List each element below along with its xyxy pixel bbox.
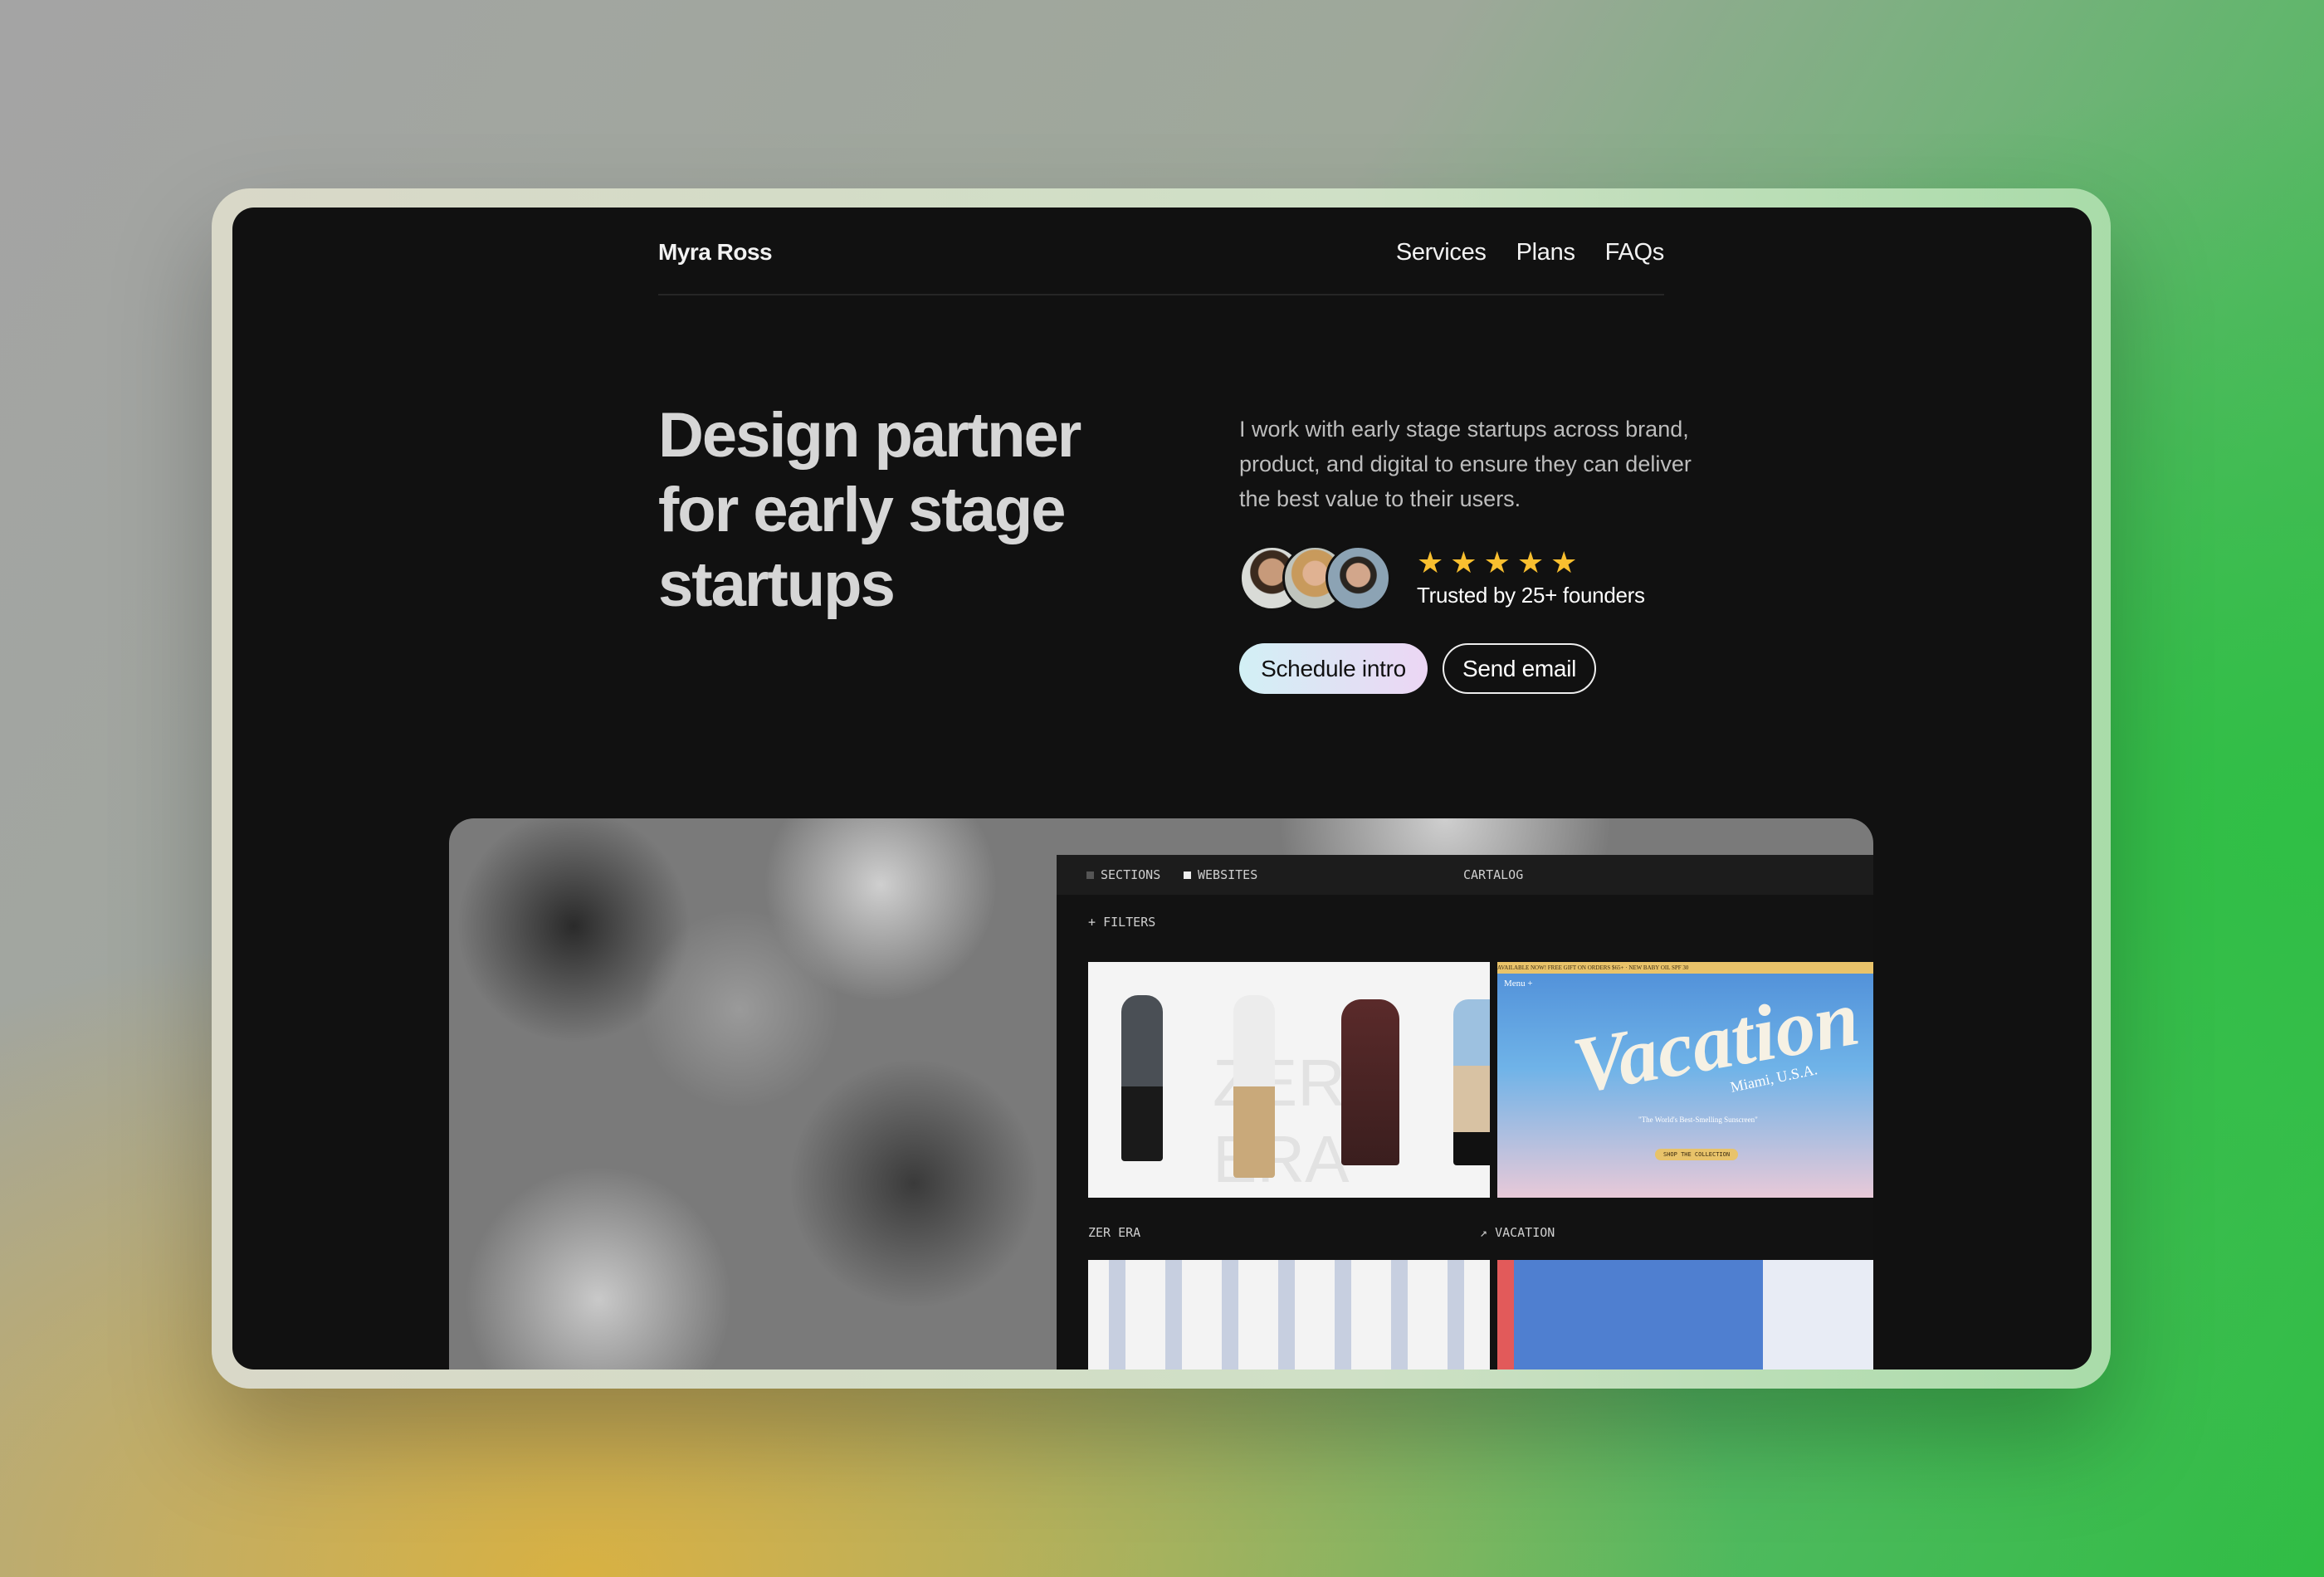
square-icon [1086, 872, 1094, 879]
menu-link: Menu + [1504, 979, 1533, 989]
vacation-tagline: "The World's Best-Smelling Sunscreen" [1638, 1116, 1758, 1124]
rating-stars: ★ ★ ★ ★ ★ [1417, 548, 1577, 578]
filters-button[interactable]: + FILTERS [1088, 915, 1155, 930]
nav-plans[interactable]: Plans [1516, 239, 1575, 266]
star-icon: ★ [1450, 545, 1477, 579]
founder-avatars [1239, 545, 1391, 611]
star-icon: ★ [1516, 545, 1545, 579]
model-figure [1341, 999, 1399, 1165]
plus-icon: + [1088, 915, 1096, 930]
arrow-up-right-icon: ↗ [1480, 1225, 1488, 1240]
website-screen: Myra Ross Services Plans FAQs Design par… [232, 208, 2092, 1370]
vacation-wordmark: Vacation [1566, 972, 1866, 1111]
nav-services[interactable]: Services [1396, 239, 1487, 266]
model-figure [1453, 999, 1490, 1165]
schedule-intro-button[interactable]: Schedule intro [1239, 643, 1428, 694]
avatar [1326, 545, 1391, 611]
hero-headline: Design partner for early stage startups [658, 400, 1081, 620]
header-divider [658, 294, 1664, 295]
showcase-panel: SECTIONS WEBSITES CARTALOG + FILTERS ZER… [449, 818, 1873, 1370]
trusted-text: Trusted by 25+ founders [1417, 583, 1645, 608]
app-toolbar: SECTIONS WEBSITES CARTALOG [1057, 855, 1873, 895]
hero-description: I work with early stage startups across … [1239, 417, 1692, 511]
nav-faqs[interactable]: FAQs [1605, 239, 1665, 266]
resort-card[interactable] [1497, 1260, 1873, 1370]
main-nav: Services Plans FAQs [1396, 239, 1664, 266]
zer-era-label[interactable]: ZER ERA [1088, 1225, 1140, 1240]
tab-sections[interactable]: SECTIONS [1086, 867, 1160, 882]
star-icon: ★ [1550, 545, 1578, 579]
cartalog-app: SECTIONS WEBSITES CARTALOG + FILTERS ZER… [1057, 855, 1873, 1370]
zer-era-card[interactable]: ZER ERA [1088, 962, 1490, 1198]
site-logo[interactable]: Myra Ross [658, 239, 773, 266]
app-title: CARTALOG [1463, 867, 1524, 882]
model-figure [1121, 995, 1163, 1161]
star-icon: ★ [1483, 545, 1511, 579]
apparel-card[interactable] [1088, 1260, 1490, 1370]
vacation-card[interactable]: AVAILABLE NOW! FREE GIFT ON ORDERS $65+ … [1497, 962, 1873, 1198]
model-figure [1233, 995, 1275, 1178]
promo-banner: AVAILABLE NOW! FREE GIFT ON ORDERS $65+ … [1497, 962, 1873, 974]
vacation-link[interactable]: ↗ VACATION [1480, 1225, 1555, 1240]
square-icon [1184, 872, 1191, 879]
shop-collection-button: SHOP THE COLLECTION [1655, 1149, 1739, 1160]
send-email-button[interactable]: Send email [1443, 643, 1596, 694]
tab-websites[interactable]: WEBSITES [1184, 867, 1257, 882]
star-icon: ★ [1417, 545, 1444, 579]
